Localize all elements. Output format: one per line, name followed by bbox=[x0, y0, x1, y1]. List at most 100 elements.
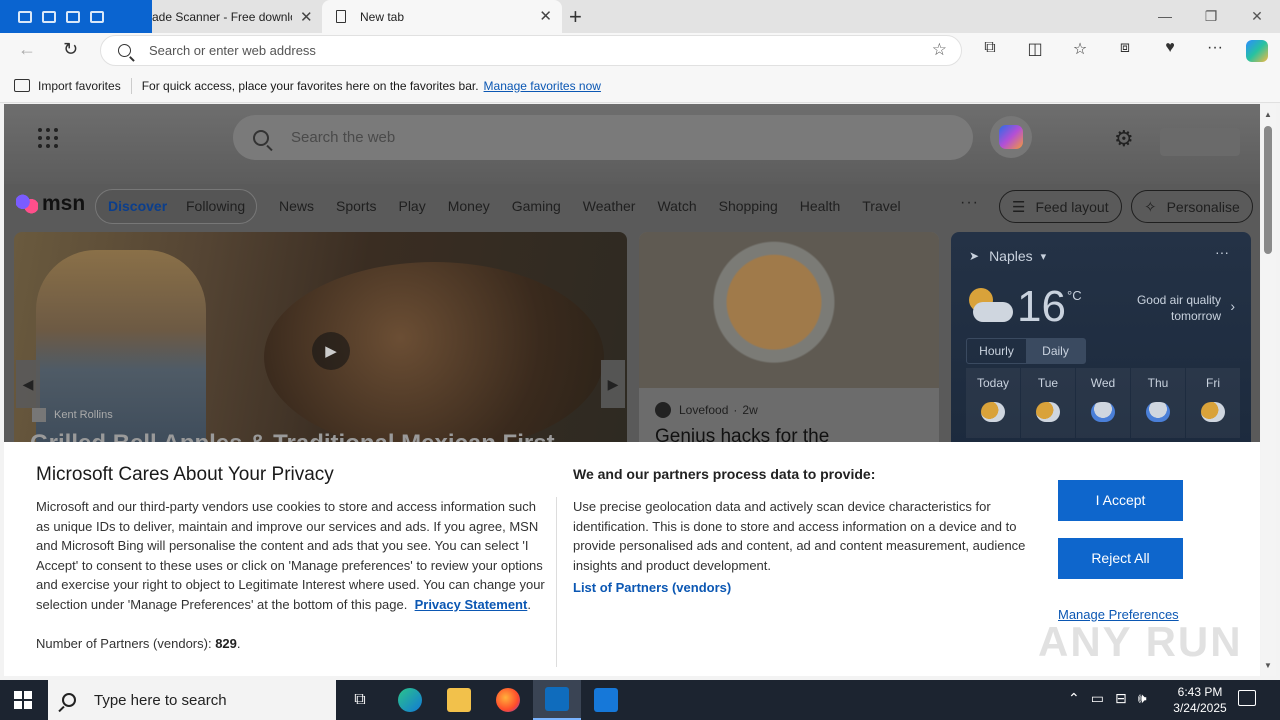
tab-hourly[interactable]: Hourly bbox=[967, 339, 1026, 363]
forecast-day[interactable]: Today bbox=[966, 368, 1020, 438]
nav-travel[interactable]: Travel bbox=[862, 198, 900, 214]
clock[interactable]: 6:43 PM 3/24/2025 bbox=[1160, 684, 1240, 716]
forecast-day[interactable]: Wed bbox=[1076, 368, 1130, 438]
forecast-day[interactable]: Fri bbox=[1186, 368, 1240, 438]
refresh-icon[interactable]: ↻ bbox=[63, 39, 78, 60]
privacy-statement-link[interactable]: Privacy Statement bbox=[415, 597, 528, 612]
privacy-body-text: Microsoft and our third-party vendors us… bbox=[36, 499, 545, 612]
clock-time: 6:43 PM bbox=[1177, 685, 1223, 699]
carousel-prev-icon[interactable]: ◀ bbox=[16, 360, 40, 408]
import-icon[interactable] bbox=[14, 79, 30, 92]
article-card[interactable]: Lovefood · 2w Genius hacks for the bbox=[639, 232, 939, 452]
page-scrollbar[interactable]: ▲ ▼ bbox=[1261, 104, 1276, 676]
scroll-up-icon[interactable]: ▲ bbox=[1264, 110, 1272, 119]
tab-discover[interactable]: Discover bbox=[108, 198, 167, 214]
notification-icon[interactable] bbox=[1238, 690, 1256, 706]
msn-logo[interactable]: msn bbox=[16, 192, 85, 216]
more-menu-icon[interactable]: ··· bbox=[1203, 39, 1227, 59]
weather-card[interactable]: ➤ Naples ▾ ··· 16 °C Good air quality to… bbox=[951, 232, 1251, 452]
scroll-down-icon[interactable]: ▼ bbox=[1264, 661, 1272, 670]
air-quality[interactable]: Good air quality tomorrow bbox=[1121, 292, 1221, 324]
outlook-icon[interactable] bbox=[533, 680, 581, 720]
accept-button[interactable]: I Accept bbox=[1058, 480, 1183, 521]
collections-icon[interactable]: ⧈ bbox=[1113, 39, 1137, 59]
partners-count-value: 829 bbox=[215, 636, 237, 651]
workspace-icons[interactable] bbox=[0, 0, 152, 33]
tab-daily[interactable]: Daily bbox=[1026, 339, 1085, 363]
back-arrow-icon[interactable]: ← bbox=[18, 39, 36, 60]
copilot-icon[interactable] bbox=[1246, 40, 1268, 62]
volume-icon[interactable]: 🕪 bbox=[1138, 690, 1147, 707]
restore-icon[interactable]: ❐ bbox=[1188, 0, 1234, 33]
reject-all-button[interactable]: Reject All bbox=[1058, 538, 1183, 579]
windows-start-icon[interactable] bbox=[14, 691, 32, 709]
nav-money[interactable]: Money bbox=[448, 198, 490, 214]
import-favorites-button[interactable]: Import favorites bbox=[38, 79, 121, 93]
nav-shopping[interactable]: Shopping bbox=[719, 198, 778, 214]
search-icon bbox=[118, 44, 131, 57]
firefox-icon[interactable] bbox=[484, 680, 532, 720]
gear-icon[interactable]: ⚙ bbox=[1114, 126, 1134, 152]
tab-strip: ade Scanner - Free downloa ✕ New tab ✕ +… bbox=[0, 0, 1280, 33]
play-icon[interactable]: ▶ bbox=[312, 332, 350, 370]
performance-icon[interactable]: ♥ bbox=[1158, 39, 1182, 59]
address-bar[interactable]: Search or enter web address ☆ bbox=[100, 35, 962, 66]
minimize-icon[interactable]: — bbox=[1142, 0, 1188, 33]
edge-icon[interactable] bbox=[386, 680, 434, 720]
network-icon[interactable]: ▭ bbox=[1091, 690, 1104, 707]
nav-health[interactable]: Health bbox=[800, 198, 840, 214]
carousel-next-icon[interactable]: ▶ bbox=[601, 360, 625, 408]
chevron-up-icon[interactable]: ⌃ bbox=[1068, 690, 1080, 707]
app-launcher-icon[interactable] bbox=[38, 128, 58, 148]
close-tab-icon[interactable]: ✕ bbox=[300, 8, 313, 26]
favorites-icon[interactable]: ☆ bbox=[1068, 39, 1092, 59]
manage-favorites-link[interactable]: Manage favorites now bbox=[484, 79, 601, 93]
copilot-icon bbox=[999, 125, 1023, 149]
nav-play[interactable]: Play bbox=[398, 198, 425, 214]
nav-sports[interactable]: Sports bbox=[336, 198, 376, 214]
partly-sunny-icon bbox=[1036, 402, 1060, 422]
card-source: Kent Rollins bbox=[32, 408, 113, 422]
task-view-icon[interactable]: ⧉ bbox=[336, 680, 384, 720]
copilot-button[interactable] bbox=[990, 116, 1032, 158]
feed-layout-label: Feed layout bbox=[1035, 198, 1109, 215]
nav-gaming[interactable]: Gaming bbox=[512, 198, 561, 214]
close-tab-icon[interactable]: ✕ bbox=[539, 7, 552, 25]
more-categories-icon[interactable]: ··· bbox=[960, 194, 979, 212]
weather-location[interactable]: ➤ Naples ▾ bbox=[969, 248, 1046, 264]
tab-following[interactable]: Following bbox=[186, 198, 245, 214]
sign-in-button[interactable] bbox=[1160, 128, 1240, 156]
split-screen-icon[interactable]: ◫ bbox=[1023, 39, 1047, 59]
sparkle-icon: ✧ bbox=[1144, 198, 1157, 216]
personalise-button[interactable]: ✧ Personalise bbox=[1131, 190, 1253, 223]
close-window-icon[interactable]: ✕ bbox=[1234, 0, 1280, 33]
rain-icon bbox=[1146, 402, 1170, 422]
file-explorer-icon[interactable] bbox=[435, 680, 483, 720]
extensions-icon[interactable]: ⧉ bbox=[978, 39, 1002, 59]
favorite-star-icon[interactable]: ☆ bbox=[932, 40, 947, 60]
tab-new-tab[interactable]: New tab ✕ bbox=[322, 0, 562, 33]
tab-scanner[interactable]: ade Scanner - Free downloa ✕ bbox=[152, 0, 322, 33]
download-app-icon[interactable] bbox=[582, 680, 630, 720]
hero-video-card[interactable]: ▶ ◀ ▶ Kent Rollins Grilled Bell Apples &… bbox=[14, 232, 627, 452]
scrollbar-thumb[interactable] bbox=[1264, 126, 1272, 254]
forecast-day[interactable]: Tue bbox=[1021, 368, 1075, 438]
partners-list-link[interactable]: List of Partners (vendors) bbox=[573, 580, 731, 595]
chevron-right-icon[interactable]: › bbox=[1230, 298, 1235, 314]
address-placeholder: Search or enter web address bbox=[149, 43, 316, 58]
partners-count-label: Number of Partners (vendors): bbox=[36, 636, 212, 651]
ethernet-icon[interactable]: ⊟ bbox=[1115, 690, 1127, 707]
feed-layout-button[interactable]: ☰ Feed layout bbox=[999, 190, 1122, 223]
nav-weather[interactable]: Weather bbox=[583, 198, 636, 214]
taskbar-search-input[interactable]: Type here to search bbox=[48, 680, 336, 720]
nav-news[interactable]: News bbox=[279, 198, 314, 214]
personalise-label: Personalise bbox=[1166, 198, 1240, 215]
more-options-icon[interactable]: ··· bbox=[1215, 244, 1229, 260]
partly-sunny-icon bbox=[1201, 402, 1225, 422]
nav-watch[interactable]: Watch bbox=[657, 198, 696, 214]
temperature-unit[interactable]: °C bbox=[1067, 288, 1082, 303]
web-search-input[interactable]: Search the web bbox=[233, 115, 973, 160]
source-name: Lovefood bbox=[679, 403, 729, 417]
new-tab-button[interactable]: + bbox=[569, 4, 582, 30]
forecast-day[interactable]: Thu bbox=[1131, 368, 1185, 438]
